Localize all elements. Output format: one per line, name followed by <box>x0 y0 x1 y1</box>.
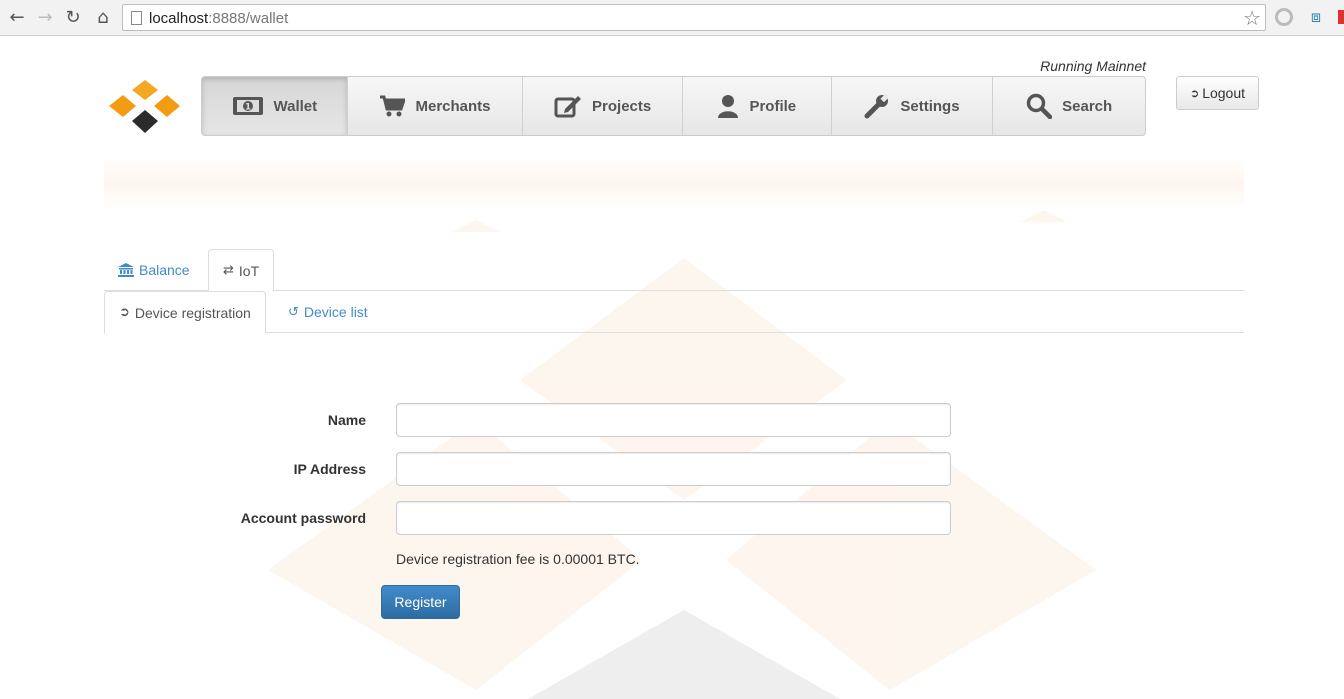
address-bar[interactable]: localhost:8888/wallet ☆ <box>122 4 1266 31</box>
nav-search[interactable]: Search <box>993 77 1145 135</box>
primary-tabs: Balance ⇄ IoT <box>104 249 1244 292</box>
name-label: Name <box>327 412 366 428</box>
nav-projects-label: Projects <box>592 97 652 115</box>
tab-device-registration-label: Device registration <box>134 304 251 321</box>
forward-icon[interactable]: → <box>34 6 56 28</box>
wrench-icon <box>864 93 890 119</box>
svg-text:1: 1 <box>244 103 250 113</box>
nav-merchants-label: Merchants <box>415 97 491 115</box>
nav-wallet-label: Wallet <box>273 97 318 115</box>
account-password-label: Account password <box>240 510 366 526</box>
transfer-icon: ⇄ <box>223 263 234 278</box>
bookmark-star-icon[interactable]: ☆ <box>1243 6 1261 30</box>
logout-button[interactable]: ➲ Logout <box>1176 76 1259 110</box>
home-icon[interactable]: ⌂ <box>92 6 114 28</box>
search-icon <box>1026 93 1053 119</box>
nav-settings[interactable]: Settings <box>832 77 994 135</box>
edit-icon <box>554 96 582 118</box>
main-nav: 1 Wallet Merchants Projects Profile Sett… <box>201 76 1146 136</box>
login-icon: ➲ <box>119 305 130 320</box>
nav-projects[interactable]: Projects <box>523 77 683 135</box>
back-icon[interactable]: ← <box>6 6 28 28</box>
url-path: :8888/wallet <box>208 10 289 27</box>
extension-circle-icon[interactable] <box>1274 7 1294 27</box>
tab-device-list[interactable]: ↺ Device list <box>274 291 382 333</box>
url-host: localhost <box>149 10 209 27</box>
nav-wallet[interactable]: 1 Wallet <box>202 77 348 135</box>
money-icon: 1 <box>232 97 263 115</box>
nav-search-label: Search <box>1062 97 1113 115</box>
account-password-field[interactable] <box>396 501 951 535</box>
tab-iot[interactable]: ⇄ IoT <box>208 249 275 292</box>
extension-red-icon[interactable] <box>1338 10 1344 24</box>
nav-profile[interactable]: Profile <box>683 77 832 135</box>
network-status: Running Mainnet <box>1040 58 1146 74</box>
user-icon <box>718 95 739 118</box>
secondary-tabs: ➲ Device registration ↺ Device list <box>104 291 1244 334</box>
reload-icon[interactable]: ↻ <box>62 6 84 28</box>
bank-icon <box>118 263 134 277</box>
cart-icon <box>380 95 406 117</box>
ip-address-field[interactable] <box>396 452 951 486</box>
page-icon <box>131 11 142 25</box>
extension-network-icon[interactable]: ⧈ <box>1306 7 1326 27</box>
register-button[interactable]: Register <box>381 585 460 619</box>
tab-balance-label: Balance <box>139 262 190 278</box>
nav-profile-label: Profile <box>749 97 797 115</box>
tab-balance[interactable]: Balance <box>104 249 204 291</box>
history-icon: ↺ <box>288 304 299 320</box>
ip-address-label: IP Address <box>293 461 366 477</box>
background-watermark <box>268 210 1096 699</box>
url-text[interactable]: localhost:8888/wallet <box>149 10 288 27</box>
app-logo[interactable] <box>108 79 182 135</box>
name-field[interactable] <box>396 403 951 437</box>
nav-merchants[interactable]: Merchants <box>348 77 524 135</box>
tab-device-list-label: Device list <box>303 304 368 320</box>
tab-iot-label: IoT <box>238 262 260 279</box>
logout-label: Logout <box>1202 85 1246 101</box>
logout-icon: ➲ <box>1189 86 1200 100</box>
browser-toolbar: ← → ↻ ⌂ localhost:8888/wallet ☆ ⧈ <box>0 0 1344 36</box>
nav-settings-label: Settings <box>900 97 960 115</box>
tab-device-registration[interactable]: ➲ Device registration <box>104 291 266 334</box>
registration-fee-text: Device registration fee is 0.00001 BTC. <box>396 551 640 567</box>
header-band <box>104 156 1244 210</box>
